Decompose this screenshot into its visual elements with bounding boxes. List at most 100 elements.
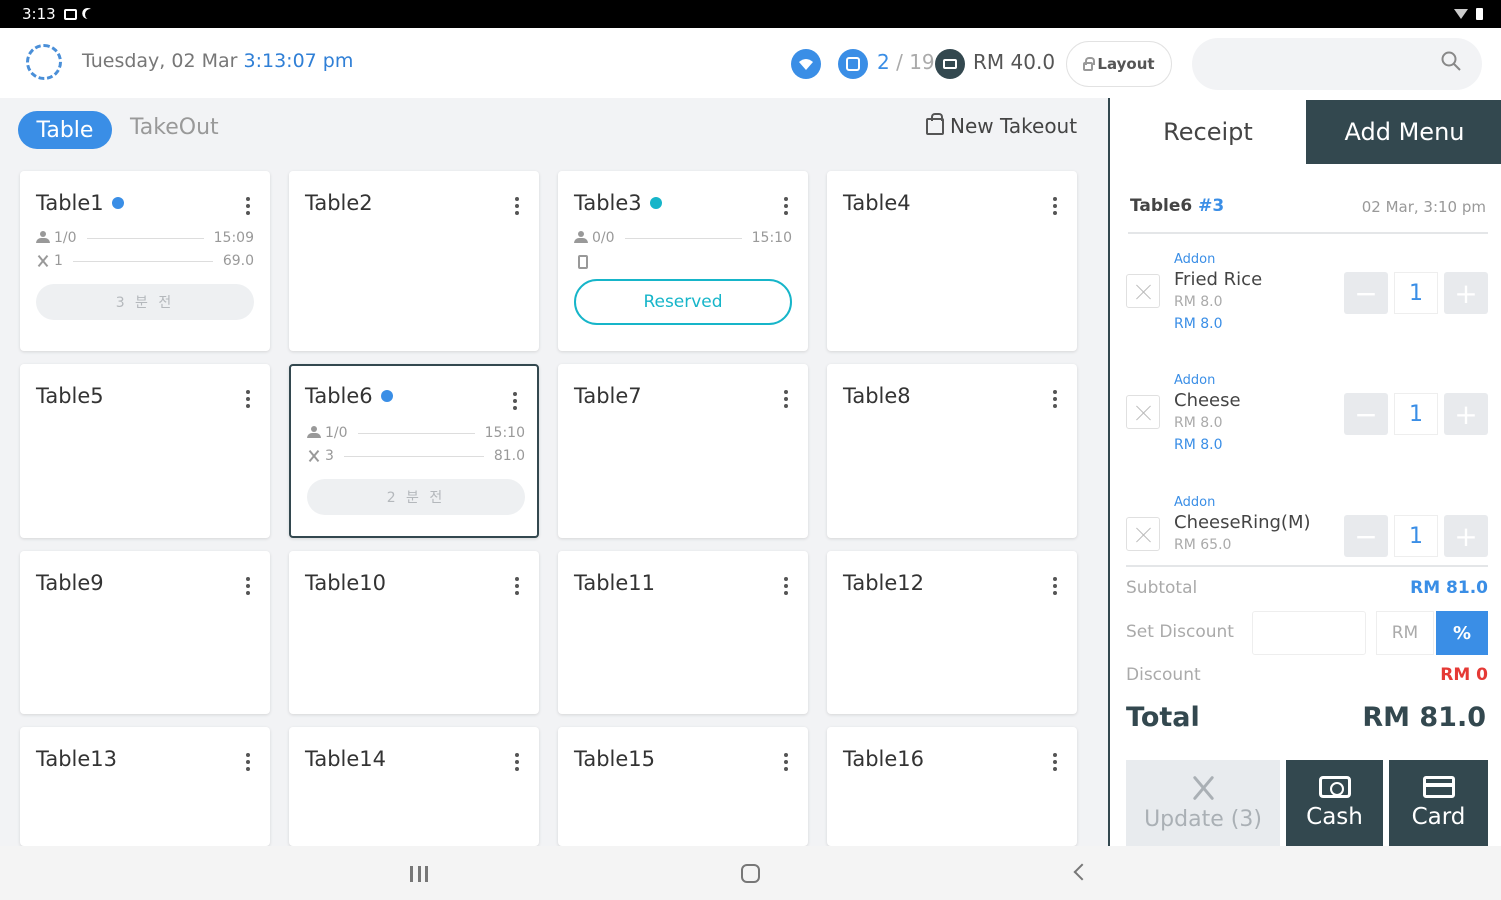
table-label: Table3 [574,191,642,215]
layout-button[interactable]: Layout [1066,41,1172,87]
more-options-icon[interactable] [246,753,250,771]
remove-item-button[interactable] [1126,395,1160,429]
receipt-item: Addon Cheese RM 8.0 RM 8.0 −1 + [1126,373,1488,473]
back-icon[interactable] [1073,863,1091,881]
table-card[interactable]: Table11 [558,551,808,714]
phone-icon [578,255,588,269]
more-options-icon[interactable] [1053,197,1057,215]
more-options-icon[interactable] [246,577,250,595]
table-card[interactable]: Table14 [289,727,539,846]
addon-label: Addon [1174,252,1216,267]
more-options-icon[interactable] [515,577,519,595]
increase-quantity-button[interactable]: + [1444,393,1488,435]
more-options-icon[interactable] [515,197,519,215]
layout-label: Layout [1097,55,1155,73]
discount-rm-toggle[interactable]: RM [1376,611,1434,655]
items-row: 1 69.0 [36,252,254,270]
home-icon[interactable] [741,864,760,883]
tab-add-menu[interactable]: Add Menu [1306,100,1501,164]
decrease-quantity-button[interactable]: − [1344,393,1388,435]
table-label: Table2 [305,191,373,215]
decrease-quantity-button[interactable]: − [1344,515,1388,557]
order-time: 15:10 [484,425,525,441]
table-label: Table12 [843,571,925,595]
order-amount: 81.0 [493,448,525,464]
subtotal-label: Subtotal [1126,578,1198,598]
table-card[interactable]: Table7 [558,364,808,538]
wifi-icon[interactable] [791,49,821,79]
orders-icon[interactable] [838,49,868,79]
bag-icon [926,112,944,135]
remove-item-button[interactable] [1126,517,1160,551]
table-label: Table4 [843,191,911,215]
tab-table[interactable]: Table [18,111,112,149]
more-options-icon[interactable] [784,197,788,215]
table-card[interactable]: Table9 [20,551,270,714]
elapsed-time-pill: 3 분 전 [36,284,254,320]
table-card[interactable]: Table16 [827,727,1077,846]
card-button[interactable]: Card [1389,760,1488,846]
addon-label: Addon [1174,495,1216,510]
item-name: Fried Rice [1174,269,1263,290]
more-options-icon[interactable] [784,753,788,771]
tab-receipt[interactable]: Receipt [1110,100,1306,164]
remove-item-button[interactable] [1126,274,1160,308]
new-takeout-button[interactable]: New Takeout [926,112,1078,138]
search-icon[interactable] [1441,51,1461,71]
table-card[interactable]: Table15 [558,727,808,846]
item-name: CheeseRing(M) [1174,512,1311,533]
decrease-quantity-button[interactable]: − [1344,272,1388,314]
more-options-icon[interactable] [784,577,788,595]
increase-quantity-button[interactable]: + [1444,515,1488,557]
quantity-value[interactable]: 1 [1394,393,1438,435]
discount-input[interactable] [1252,611,1366,655]
set-discount-label: Set Discount [1126,622,1234,642]
more-options-icon[interactable] [246,197,250,215]
order-time: 15:09 [213,230,254,246]
discount-percent-toggle[interactable]: % [1436,611,1488,655]
table-card[interactable]: Table12 [827,551,1077,714]
table-name: Table10 [305,571,386,595]
more-options-icon[interactable] [1053,390,1057,408]
addon-label: Addon [1174,373,1216,388]
table-card[interactable]: Table10 [289,551,539,714]
recent-apps-icon[interactable] [410,866,428,882]
money-icon [935,49,965,79]
table-card[interactable]: Table13 [20,727,270,846]
search-input[interactable] [1192,38,1482,90]
table-card[interactable]: Table4 [827,171,1077,351]
orders-total: 19 [909,50,935,74]
table-card[interactable]: Table2 [289,171,539,351]
guest-count: 1/0 [54,230,77,246]
more-options-icon[interactable] [513,392,517,410]
table-card[interactable]: Table5 [20,364,270,538]
update-button[interactable]: Update (3) [1126,760,1280,846]
table-card[interactable]: Table6 1/0 15:10 3 81.0 2 분 전 [289,364,539,538]
more-options-icon[interactable] [784,390,788,408]
more-options-icon[interactable] [1053,577,1057,595]
table-card[interactable]: Table3 0/0 15:10 Reserved [558,171,808,351]
quantity-value[interactable]: 1 [1394,515,1438,557]
cash-button[interactable]: Cash [1286,760,1383,846]
item-price: RM 65.0 [1174,537,1232,553]
discount-row: Discount RM 0 [1126,665,1488,685]
more-options-icon[interactable] [246,390,250,408]
quantity-value[interactable]: 1 [1394,272,1438,314]
tab-takeout[interactable]: TakeOut [130,115,219,140]
table-card[interactable]: Table8 [827,364,1077,538]
table-name: Table7 [574,384,642,408]
date-time: Tuesday, 02 Mar 3:13:07 pm [82,50,353,72]
item-line-total: RM 8.0 [1174,437,1223,453]
more-options-icon[interactable] [515,753,519,771]
card-label: Card [1411,804,1466,830]
table-card[interactable]: Table1 1/0 15:09 1 69.0 3 분 전 [20,171,270,351]
receipt-table: Table6 #3 [1130,196,1224,216]
item-price: RM 8.0 [1174,294,1223,310]
increase-quantity-button[interactable]: + [1444,272,1488,314]
guest-row: 1/0 15:09 [36,229,254,247]
reserved-button[interactable]: Reserved [574,279,792,325]
new-takeout-label: New Takeout [950,114,1078,138]
item-price: RM 8.0 [1174,415,1223,431]
more-options-icon[interactable] [1053,753,1057,771]
time-label: 3:13:07 pm [243,50,354,72]
